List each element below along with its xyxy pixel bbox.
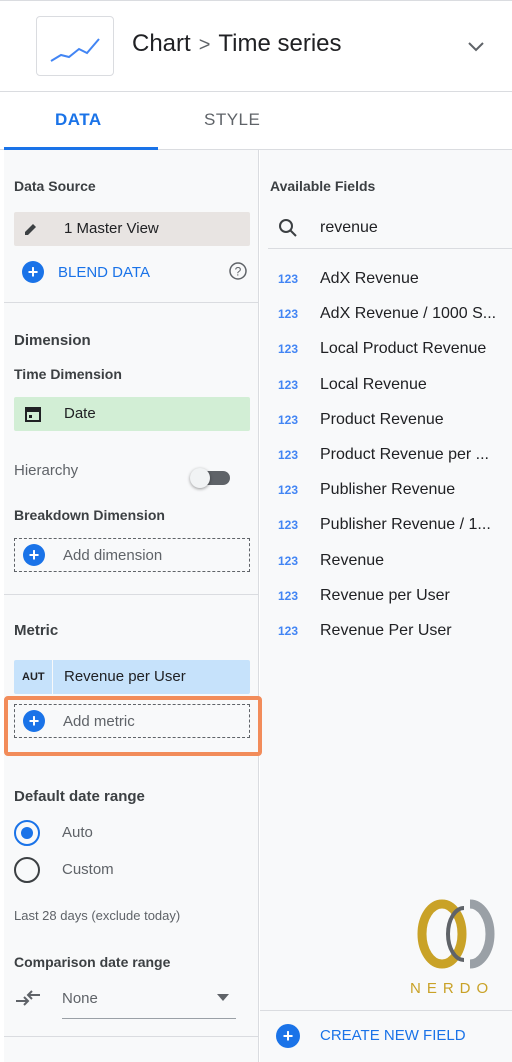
chevron-down-icon[interactable] (464, 34, 488, 58)
default-date-range-label: Default date range (14, 788, 145, 805)
highlight-box (4, 696, 262, 756)
list-item[interactable]: 123 Local Product Revenue (278, 340, 508, 358)
breadcrumb-current: Time series (218, 30, 342, 57)
divider (4, 594, 259, 595)
number-type-icon: 123 (278, 518, 299, 533)
number-type-icon: 123 (278, 307, 299, 322)
breadcrumb-root: Chart (132, 30, 191, 57)
metric-aggregation-badge[interactable]: AUT (22, 671, 45, 683)
search-underline (268, 248, 512, 249)
list-item[interactable]: 123 AdX Revenue (278, 270, 508, 288)
number-type-icon: 123 (278, 412, 299, 427)
dimension-label: Dimension (14, 332, 91, 349)
field-name: AdX Revenue / 1000 S... (320, 305, 497, 323)
radio-custom-label: Custom (62, 861, 114, 878)
number-type-icon: 123 (278, 272, 299, 286)
metric-label: Metric (14, 622, 59, 639)
hierarchy-toggle-knob[interactable] (190, 468, 210, 488)
blend-data-button[interactable]: BLEND DATA (58, 264, 150, 281)
radio-auto-label: Auto (62, 824, 93, 841)
field-name: AdX Revenue (320, 270, 419, 287)
nerdo-logo (408, 896, 498, 981)
number-type-icon: 123 (278, 377, 299, 392)
field-name: Local Product Revenue (320, 340, 487, 358)
comparison-select-value[interactable]: None (62, 990, 98, 1007)
list-item[interactable]: 123 AdX Revenue / 1000 S... (278, 305, 508, 323)
time-dimension-label: Time Dimension (14, 366, 122, 382)
list-item[interactable]: 123 Local Revenue (278, 376, 508, 394)
calendar-icon (24, 405, 42, 428)
data-source-value: 1 Master View (64, 220, 159, 237)
time-dimension-value: Date (64, 405, 96, 422)
field-name: Revenue Per User (320, 622, 452, 639)
divider (4, 302, 259, 303)
list-item[interactable]: 123 Revenue (278, 552, 508, 570)
available-fields-label: Available Fields (270, 178, 376, 194)
list-item[interactable]: 123 Revenue per User (278, 587, 508, 605)
svg-text:?: ? (235, 265, 242, 279)
add-dimension-label: Add dimension (63, 547, 163, 564)
select-underline (62, 1018, 236, 1019)
list-item[interactable]: 123 Publisher Revenue / 1... (278, 516, 508, 534)
add-dimension-button[interactable]: + Add dimension (14, 538, 250, 572)
time-series-chart-icon[interactable] (36, 16, 114, 76)
divider (260, 1010, 512, 1011)
list-item[interactable]: 123 Product Revenue (278, 411, 508, 429)
time-dimension-chip[interactable]: Date (14, 397, 250, 431)
compare-arrows-icon (14, 988, 42, 1013)
field-name: Revenue per User (320, 586, 450, 604)
breadcrumb: Chart > Time series (132, 30, 342, 58)
metric-chip[interactable]: AUT Revenue per User (14, 660, 250, 694)
number-type-icon: 123 (278, 483, 299, 498)
field-name: Product Revenue per ... (320, 446, 489, 463)
breakdown-dimension-label: Breakdown Dimension (14, 507, 165, 523)
number-type-icon: 123 (278, 553, 299, 568)
pencil-icon[interactable] (22, 220, 40, 243)
metric-value: Revenue per User (64, 668, 186, 685)
list-item[interactable]: 123 Publisher Revenue (278, 481, 508, 499)
search-icon[interactable] (278, 218, 298, 243)
plus-circle-icon: + (23, 544, 45, 566)
radio-custom[interactable] (14, 857, 40, 883)
chip-divider (52, 660, 53, 694)
data-source-label: Data Source (14, 178, 96, 194)
hierarchy-label: Hierarchy (14, 462, 79, 479)
field-name: Local Revenue (320, 375, 427, 393)
number-type-icon: 123 (278, 588, 299, 603)
data-panel (4, 150, 259, 1062)
field-name: Revenue (320, 551, 385, 569)
comparison-date-range-label: Comparison date range (14, 954, 171, 970)
divider (4, 1036, 259, 1037)
help-circle-icon[interactable]: ? (228, 261, 248, 286)
field-name: Product Revenue (320, 410, 444, 428)
number-type-icon: 123 (278, 624, 299, 638)
data-source-chip[interactable]: 1 Master View (14, 212, 250, 246)
field-name: Publisher Revenue (320, 481, 456, 499)
field-search-input[interactable]: revenue (320, 219, 378, 237)
tab-style[interactable]: STYLE (204, 110, 260, 130)
list-item[interactable]: 123 Product Revenue per ... (278, 446, 508, 464)
tab-data[interactable]: DATA (55, 110, 102, 130)
plus-circle-icon[interactable]: + (276, 1024, 300, 1048)
plus-circle-icon[interactable]: + (22, 261, 44, 283)
date-range-note: Last 28 days (exclude today) (14, 908, 181, 923)
watermark-text: NERDO (410, 980, 495, 997)
number-type-icon: 123 (278, 342, 299, 357)
breadcrumb-separator: > (198, 34, 211, 56)
number-type-icon: 123 (278, 448, 299, 462)
create-new-field-button[interactable]: CREATE NEW FIELD (320, 1027, 466, 1044)
list-item[interactable]: 123 Revenue Per User (278, 622, 508, 640)
caret-down-icon[interactable] (216, 990, 230, 1008)
radio-auto[interactable] (14, 820, 40, 846)
field-name: Publisher Revenue / 1... (320, 516, 491, 534)
